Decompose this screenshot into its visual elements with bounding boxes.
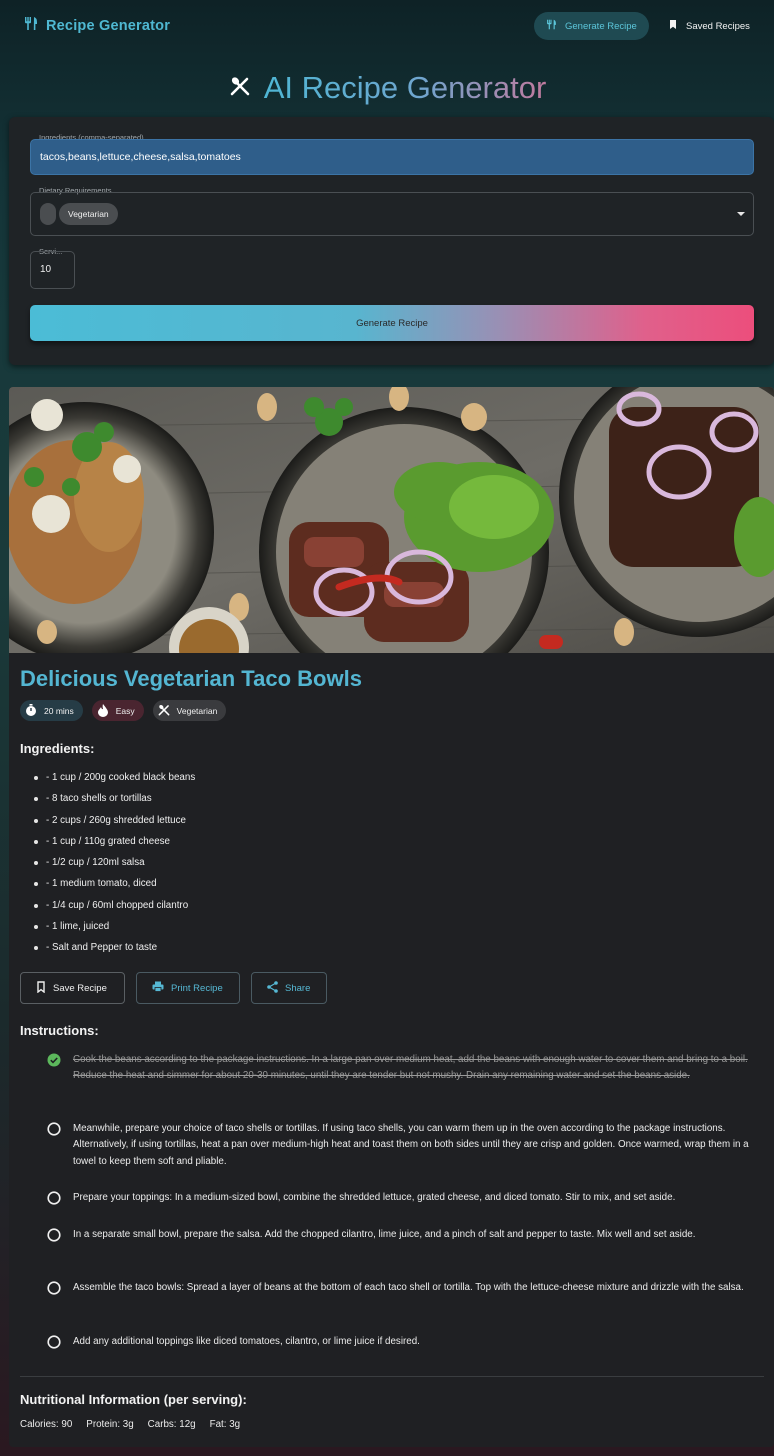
instructions-heading: Instructions: xyxy=(20,1023,99,1038)
nutrition-info: Calories: 90 Protein: 3g Carbs: 12g Fat:… xyxy=(20,1419,240,1430)
ingredients-heading: Ingredients: xyxy=(20,741,95,756)
recipe-actions: Save Recipe Print Recipe Share xyxy=(20,972,327,1004)
hero: AI Recipe Generator xyxy=(0,70,774,106)
nav-generate-recipe-button[interactable]: Generate Recipe xyxy=(534,12,649,40)
servings-input[interactable]: 10 xyxy=(30,251,75,289)
dietary-chip-vegetarian[interactable]: Vegetarian xyxy=(59,203,118,225)
check-circle-icon[interactable] xyxy=(47,1053,61,1067)
instruction-text: Assemble the taco bowls: Spread a layer … xyxy=(73,1282,744,1293)
instruction-text: Meanwhile, prepare your choice of taco s… xyxy=(73,1123,749,1167)
nav-generate-label: Generate Recipe xyxy=(565,20,637,32)
difficulty-badge: Easy xyxy=(91,700,144,721)
list-item: - 1 cup / 110g grated cheese xyxy=(34,835,195,856)
share-button[interactable]: Share xyxy=(251,972,327,1004)
nutrition-calories: Calories: 90 xyxy=(20,1419,73,1430)
nutrition-protein: Protein: 3g xyxy=(86,1419,134,1430)
bookmark-icon xyxy=(668,19,678,33)
diet-badge-label: Vegetarian xyxy=(176,705,218,716)
nutrition-carbs: Carbs: 12g xyxy=(147,1419,196,1430)
list-item: - 2 cups / 260g shredded lettuce xyxy=(34,814,195,835)
circle-outline-icon[interactable] xyxy=(47,1335,61,1349)
fork-knife-icon xyxy=(546,19,557,33)
instruction-text: Cook the beans according to the package … xyxy=(73,1054,748,1082)
empty-chip xyxy=(40,203,56,225)
nav-saved-recipes-button[interactable]: Saved Recipes xyxy=(656,12,762,40)
list-item: - 1 medium tomato, diced xyxy=(34,877,195,898)
instruction-step[interactable]: Cook the beans according to the package … xyxy=(47,1052,757,1085)
instruction-step[interactable]: Add any additional toppings like diced t… xyxy=(47,1334,420,1350)
instruction-text: Prepare your toppings: In a medium-sized… xyxy=(73,1192,676,1203)
recipe-form: Ingredients (comma-separated) tacos,bean… xyxy=(9,117,774,365)
ingredients-input-value: tacos,beans,lettuce,cheese,salsa,tomatoe… xyxy=(40,151,241,163)
nav-saved-label: Saved Recipes xyxy=(686,20,750,32)
list-item: - 1/4 cup / 60ml chopped cilantro xyxy=(34,899,195,920)
brand[interactable]: Recipe Generator xyxy=(24,16,170,35)
instruction-step[interactable]: Assemble the taco bowls: Spread a layer … xyxy=(47,1280,744,1296)
recipe-card: Delicious Vegetarian Taco Bowls 20 mins … xyxy=(9,387,774,1447)
divider xyxy=(20,1376,764,1377)
chevron-down-icon[interactable] xyxy=(737,212,745,216)
share-label: Share xyxy=(285,982,311,994)
list-item: - 1 cup / 200g cooked black beans xyxy=(34,771,195,792)
time-badge-label: 20 mins xyxy=(44,705,74,716)
list-item: - 1/2 cup / 120ml salsa xyxy=(34,856,195,877)
print-recipe-label: Print Recipe xyxy=(171,982,223,994)
brand-label: Recipe Generator xyxy=(46,17,171,34)
list-item: - 1 lime, juiced xyxy=(34,920,195,941)
page-title: AI Recipe Generator xyxy=(263,70,547,105)
list-item: - 8 taco shells or tortillas xyxy=(34,792,195,813)
generate-recipe-button[interactable]: Generate Recipe xyxy=(30,305,754,341)
save-recipe-label: Save Recipe xyxy=(53,982,107,994)
stopwatch-icon xyxy=(24,703,38,719)
save-recipe-button[interactable]: Save Recipe xyxy=(20,972,125,1004)
diet-badge: Vegetarian xyxy=(152,700,227,721)
time-badge: 20 mins xyxy=(20,700,83,721)
difficulty-badge-label: Easy xyxy=(115,705,135,716)
instruction-text: In a separate small bowl, prepare the sa… xyxy=(73,1229,696,1240)
list-item: - Salt and Pepper to taste xyxy=(34,941,195,962)
generate-recipe-button-label: Generate Recipe xyxy=(356,317,428,329)
share-icon xyxy=(267,980,278,996)
instruction-step[interactable]: In a separate small bowl, prepare the sa… xyxy=(47,1227,695,1243)
nutrition-fat: Fat: 3g xyxy=(209,1419,241,1430)
utensils-cross-icon xyxy=(228,74,252,103)
top-navbar: Recipe Generator Generate Recipe Saved R… xyxy=(0,4,774,48)
ingredients-input[interactable]: tacos,beans,lettuce,cheese,salsa,tomatoe… xyxy=(30,139,754,175)
servings-input-value: 10 xyxy=(40,264,52,275)
recipe-title: Delicious Vegetarian Taco Bowls xyxy=(20,666,362,691)
circle-outline-icon[interactable] xyxy=(47,1228,61,1242)
circle-outline-icon[interactable] xyxy=(47,1191,61,1205)
recipe-photo xyxy=(9,387,774,653)
fork-knife-icon xyxy=(24,16,38,35)
instruction-step[interactable]: Prepare your toppings: In a medium-sized… xyxy=(47,1190,675,1206)
dietary-select[interactable]: Vegetarian xyxy=(30,192,754,236)
circle-outline-icon[interactable] xyxy=(47,1122,61,1136)
instruction-step[interactable]: Meanwhile, prepare your choice of taco s… xyxy=(47,1121,757,1170)
utensils-cross-icon xyxy=(157,703,171,719)
instruction-text: Add any additional toppings like diced t… xyxy=(73,1336,420,1347)
nutrition-heading: Nutritional Information (per serving): xyxy=(20,1392,247,1407)
ingredients-list: - 1 cup / 200g cooked black beans - 8 ta… xyxy=(34,771,195,963)
bookmark-outline-icon xyxy=(36,980,46,996)
print-recipe-button[interactable]: Print Recipe xyxy=(136,972,240,1004)
circle-outline-icon[interactable] xyxy=(47,1281,61,1295)
flame-icon xyxy=(96,703,110,719)
printer-icon xyxy=(152,981,164,995)
recipe-badges: 20 mins Easy Vegetarian xyxy=(20,700,227,721)
